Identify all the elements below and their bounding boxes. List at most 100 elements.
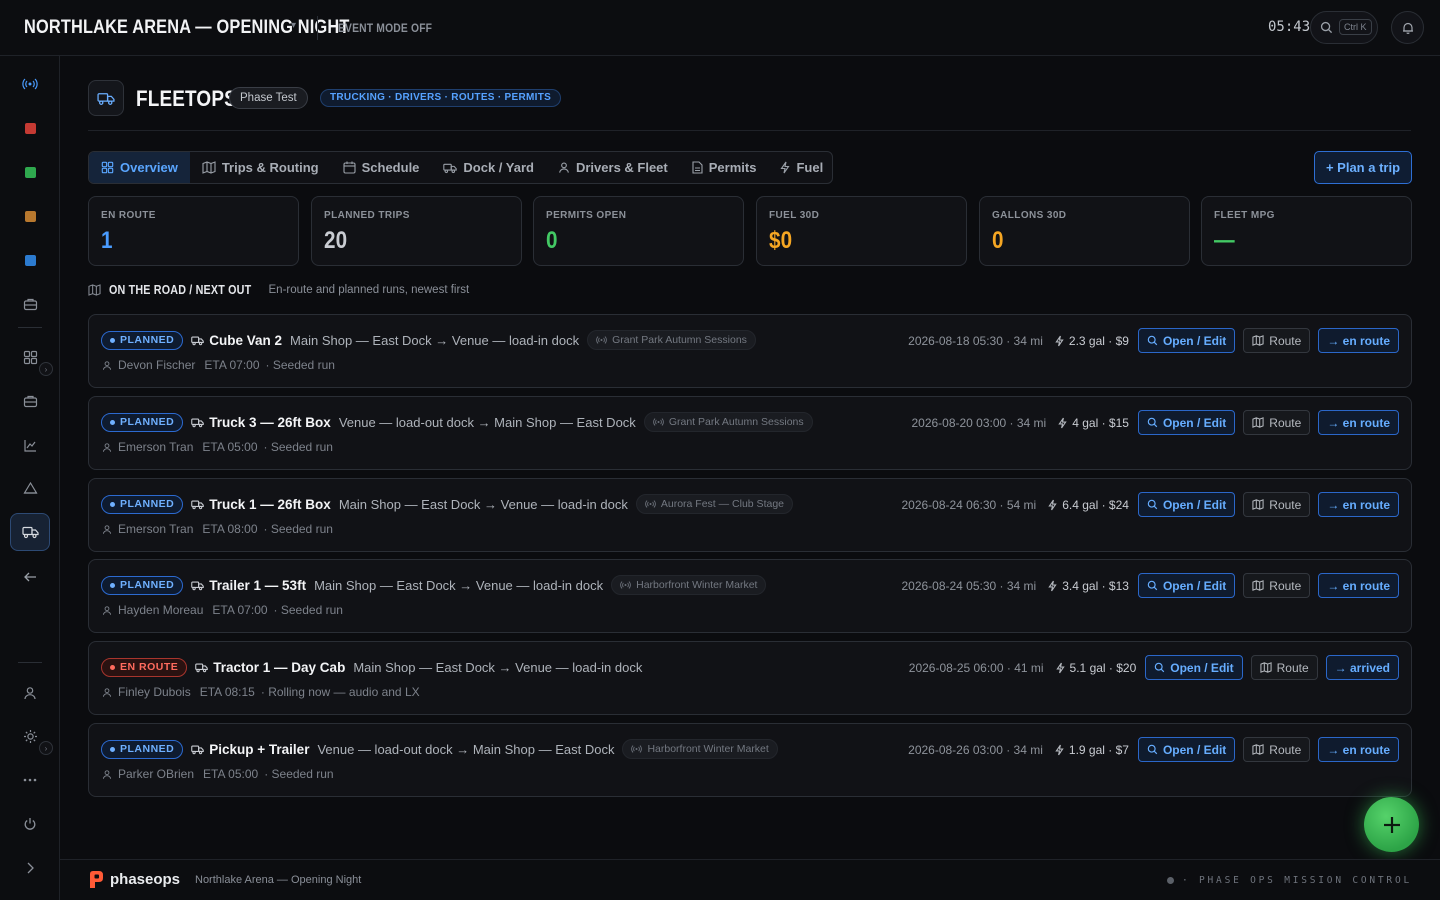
tab-schedule[interactable]: Schedule — [331, 152, 432, 183]
event-tag[interactable]: Harborfront Winter Market — [622, 739, 778, 759]
trip-meta: 2026-08-18 05:30 · 34 mi — [908, 333, 1043, 348]
sidebar-item-expand[interactable] — [10, 849, 50, 887]
person-icon — [102, 687, 112, 697]
sidebar-item-toolbox[interactable] — [10, 285, 50, 323]
sidebar-item-profile[interactable] — [10, 674, 50, 712]
tab-fuel[interactable]: Fuel — [768, 152, 835, 183]
stat-value: 0 — [546, 227, 558, 254]
trip-meta: 2026-08-24 05:30 · 34 mi — [901, 578, 1037, 593]
route-button[interactable]: Route — [1250, 655, 1318, 680]
sidebar-item-venue[interactable] — [10, 469, 50, 507]
event-switcher-caret[interactable]: ▾ — [291, 20, 296, 31]
document-icon — [692, 161, 703, 174]
truck-icon — [191, 745, 205, 754]
trip-summary: PLANNED Pickup + Trailer Venue — load-ou… — [101, 738, 778, 760]
route-button[interactable]: Route — [1243, 328, 1311, 353]
event-tag[interactable]: Grant Park Autumn Sessions — [643, 412, 813, 432]
sidebar-item-red-module[interactable] — [10, 109, 50, 147]
truck-icon — [443, 163, 458, 173]
broadcast-icon — [22, 78, 38, 90]
sidebar-item-live[interactable] — [10, 65, 50, 103]
advance-status-button[interactable]: → en route — [1318, 492, 1399, 517]
trip-note: · Seeded run — [273, 603, 343, 617]
route-button[interactable]: Route — [1243, 573, 1311, 598]
tab-dock-yard[interactable]: Dock / Yard — [431, 152, 546, 183]
status-dot-icon — [110, 501, 115, 507]
sidebar-item-power[interactable] — [10, 805, 50, 843]
open-edit-button[interactable]: Open / Edit — [1137, 328, 1236, 353]
sidebar-divider — [18, 662, 42, 663]
trip-meta: 2026-08-25 06:00 · 41 mi — [908, 660, 1044, 675]
sidebar-item-analytics[interactable] — [10, 426, 50, 464]
status-dot-icon — [1166, 877, 1174, 884]
advance-status-button[interactable]: → en route — [1318, 410, 1399, 435]
grid-icon — [101, 161, 114, 174]
sidebar: › › — [0, 56, 60, 900]
tab-drivers-fleet[interactable]: Drivers & Fleet — [546, 152, 680, 183]
event-title[interactable]: NORTHLAKE ARENA — OPENING NIGHT — [24, 17, 349, 39]
advance-status-button[interactable]: → arrived — [1325, 655, 1399, 680]
trip-actions: 2026-08-25 06:00 · 41 mi 5.1 gal · $20 O… — [909, 655, 1399, 680]
bolt-icon — [1048, 580, 1057, 591]
calendar-icon — [343, 161, 356, 174]
trip-summary: PLANNED Truck 1 — 26ft Box Main Shop — E… — [101, 493, 793, 515]
advance-status-button[interactable]: → en route — [1318, 573, 1399, 598]
chevron-right-icon[interactable]: › — [39, 741, 53, 755]
status-label: PLANNED — [120, 416, 175, 428]
user-icon — [24, 687, 36, 700]
event-mode-toggle[interactable]: EVENT MODE OFF — [338, 21, 432, 35]
chevron-right-icon[interactable]: › — [39, 362, 53, 376]
route-button[interactable]: Route — [1243, 492, 1311, 517]
vehicle-name: Truck 3 — 26ft Box — [191, 415, 331, 430]
route-button[interactable]: Route — [1243, 410, 1311, 435]
fuel-value: 4 gal · $15 — [1072, 415, 1129, 430]
advance-status-button[interactable]: → en route — [1318, 328, 1399, 353]
notifications-button[interactable] — [1391, 11, 1424, 44]
event-tag[interactable]: Grant Park Autumn Sessions — [587, 330, 756, 350]
trip-row[interactable]: PLANNED Truck 1 — 26ft Box Main Shop — E… — [88, 478, 1412, 552]
trip-meta: 2026-08-26 03:00 · 34 mi — [908, 742, 1043, 757]
person-icon — [102, 360, 112, 370]
stat-value: 0 — [992, 227, 1004, 254]
open-edit-button[interactable]: Open / Edit — [1137, 737, 1236, 762]
sidebar-item-orange-module[interactable] — [10, 197, 50, 235]
route-button[interactable]: Route — [1243, 737, 1311, 762]
sidebar-item-blue-module[interactable] — [10, 241, 50, 279]
open-edit-button[interactable]: Open / Edit — [1145, 655, 1243, 680]
open-edit-button[interactable]: Open / Edit — [1137, 573, 1236, 598]
event-tag[interactable]: Harborfront Winter Market — [611, 575, 767, 595]
event-tag-label: Aurora Fest — Club Stage — [660, 498, 784, 510]
sidebar-item-more[interactable] — [10, 761, 50, 799]
stat-label: EN ROUTE — [101, 210, 156, 221]
trip-row[interactable]: PLANNED Cube Van 2 Main Shop — East Dock… — [88, 314, 1412, 388]
category-badge: TRUCKING · DRIVERS · ROUTES · PERMITS — [320, 89, 562, 107]
tab-overview[interactable]: Overview — [89, 152, 190, 183]
trip-row[interactable]: PLANNED Pickup + Trailer Venue — load-ou… — [88, 723, 1412, 797]
trip-row[interactable]: PLANNED Trailer 1 — 53ft Main Shop — Eas… — [88, 559, 1412, 633]
add-fab-button[interactable] — [1364, 797, 1419, 852]
footer-tagline: · PHASE OPS MISSION CONTROL — [1181, 875, 1412, 886]
trip-row[interactable]: PLANNED Truck 3 — 26ft Box Venue — load-… — [88, 396, 1412, 470]
plan-trip-button[interactable]: + Plan a trip — [1314, 151, 1412, 184]
trip-meta: 2026-08-24 06:30 · 54 mi — [901, 497, 1037, 512]
sidebar-item-inventory[interactable] — [10, 382, 50, 420]
trip-actions: 2026-08-26 03:00 · 34 mi 1.9 gal · $7 Op… — [908, 737, 1399, 762]
brand[interactable]: phaseops — [88, 870, 180, 889]
bolt-icon — [1055, 662, 1065, 673]
tab-permits[interactable]: Permits — [680, 152, 769, 183]
trip-summary: PLANNED Truck 3 — 26ft Box Venue — load-… — [101, 411, 813, 433]
sidebar-item-back[interactable] — [10, 558, 50, 596]
fleetops-header-icon — [88, 80, 124, 116]
open-edit-button[interactable]: Open / Edit — [1137, 410, 1236, 435]
sidebar-item-green-module[interactable] — [10, 153, 50, 191]
search-button[interactable]: Ctrl K — [1310, 11, 1378, 44]
trip-row[interactable]: EN ROUTE Tractor 1 — Day Cab Main Shop —… — [88, 641, 1412, 715]
route-text: Main Shop — East Dock → Venue — load-in … — [290, 332, 580, 348]
advance-status-button[interactable]: → en route — [1318, 737, 1399, 762]
status-label: PLANNED — [120, 743, 175, 755]
tab-trips-routing[interactable]: Trips & Routing — [190, 152, 331, 183]
open-edit-button[interactable]: Open / Edit — [1137, 492, 1236, 517]
event-tag[interactable]: Aurora Fest — Club Stage — [635, 494, 793, 514]
sidebar-item-fleetops[interactable] — [10, 513, 50, 551]
button-label: Open / Edit — [1162, 497, 1227, 512]
